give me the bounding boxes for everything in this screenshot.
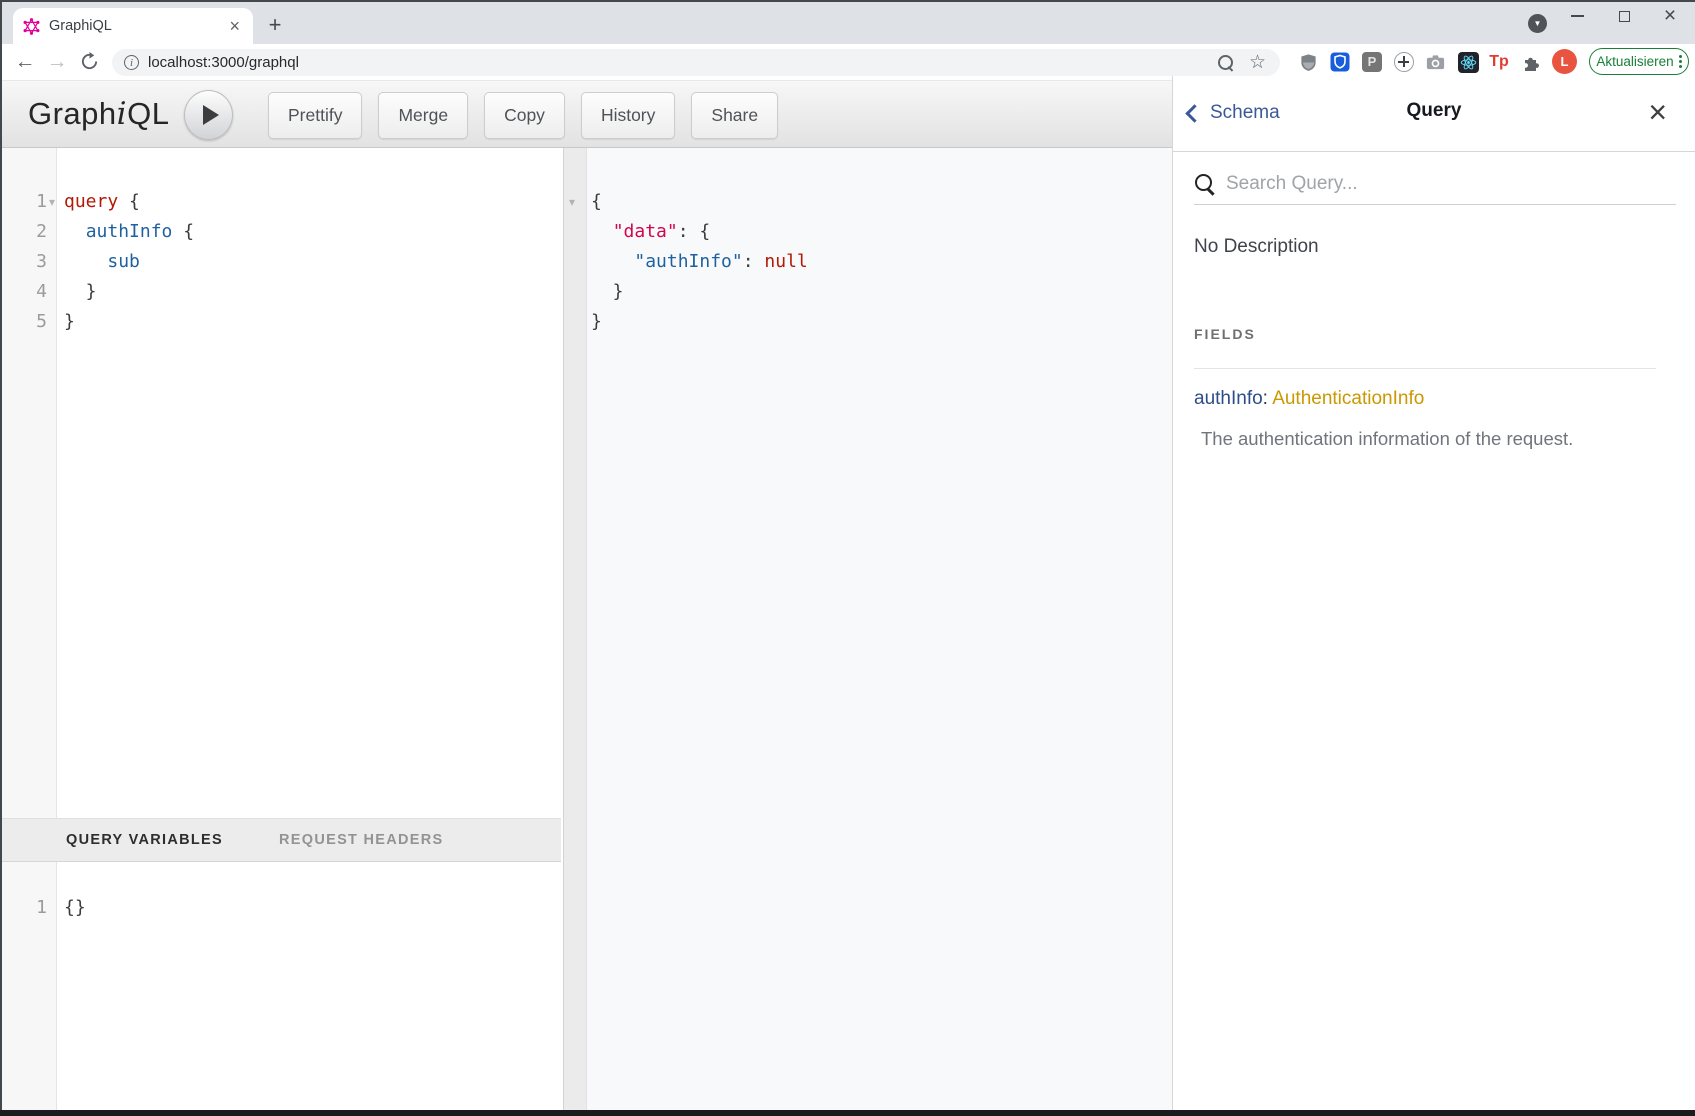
browser-window: GraphiQL × + ▼ × ← → i localhost:3000/gr… <box>0 0 1695 1116</box>
doc-close-icon[interactable]: × <box>1648 90 1667 134</box>
doc-fields-divider <box>1194 368 1656 369</box>
extension-p-icon[interactable]: P <box>1358 48 1386 76</box>
prettify-button[interactable]: Prettify <box>268 92 362 139</box>
window-minimize-button[interactable] <box>1555 0 1599 32</box>
history-button[interactable]: History <box>581 92 675 139</box>
tab-strip: GraphiQL × + ▼ × <box>0 0 1695 44</box>
code-line: } <box>64 307 75 337</box>
extensions-puzzle-icon[interactable] <box>1517 48 1545 76</box>
result-line: "data": { <box>591 217 710 247</box>
query-editor-gutter: 1 2 3 4 5 <box>2 148 57 818</box>
window-bottom-border <box>0 1110 1695 1116</box>
browser-toolbar: ← → i localhost:3000/graphql ☆ <box>2 44 1695 80</box>
extension-bitwarden-icon[interactable] <box>1326 48 1354 76</box>
result-pane: ▾ { "data": { "authInfo": null } } <box>563 148 1174 1110</box>
doc-field-description: The authentication information of the re… <box>1201 428 1573 450</box>
tab-request-headers[interactable]: REQUEST HEADERS <box>279 819 444 861</box>
tab-title: GraphiQL <box>49 18 226 34</box>
copy-button[interactable]: Copy <box>484 92 565 139</box>
window-top-border <box>0 0 1695 2</box>
doc-explorer-header: Schema Query × <box>1173 76 1695 152</box>
tab-search-icon[interactable]: ▼ <box>1528 14 1547 33</box>
secondary-editor-tabbar: QUERY VARIABLES REQUEST HEADERS <box>2 818 561 862</box>
fold-arrow-icon[interactable]: ▾ <box>49 195 55 209</box>
doc-fields-label: FIELDS <box>1194 326 1256 342</box>
result-line: { <box>591 187 602 217</box>
window-maximize-button[interactable] <box>1602 0 1646 32</box>
extension-react-devtools-icon[interactable] <box>1454 48 1482 76</box>
line-number: 5 <box>2 307 47 337</box>
search-icon <box>1194 173 1216 195</box>
graphiql-logo: GraphiQL <box>28 96 169 132</box>
url-text: localhost:3000/graphql <box>148 54 1217 71</box>
doc-field-colon: : <box>1263 388 1273 409</box>
browser-tab-graphiql[interactable]: GraphiQL × <box>13 8 253 44</box>
doc-field-row: authInfo: AuthenticationInfo <box>1194 388 1424 410</box>
new-tab-button[interactable]: + <box>262 12 288 38</box>
doc-field-name-link[interactable]: authInfo <box>1194 388 1263 409</box>
result-line: } <box>591 307 602 337</box>
window-close-button[interactable]: × <box>1648 0 1692 32</box>
tab-close-icon[interactable]: × <box>226 17 243 35</box>
kebab-menu-icon <box>1679 53 1682 70</box>
doc-search-input[interactable] <box>1224 172 1676 196</box>
variables-editor[interactable]: 1 {} <box>2 862 561 1110</box>
window-left-border <box>0 0 2 1116</box>
doc-explorer-panel: Schema Query × No Description FIELDS aut… <box>1172 76 1695 1110</box>
editor-column: 1 2 3 4 5 ▾ query { authInfo { sub } } Q… <box>2 148 561 1110</box>
merge-button[interactable]: Merge <box>378 92 468 139</box>
refresh-button[interactable] <box>74 47 104 77</box>
share-button[interactable]: Share <box>691 92 778 139</box>
line-number: 2 <box>2 217 47 247</box>
tab-query-variables[interactable]: QUERY VARIABLES <box>66 819 223 861</box>
chrome-update-menu-button[interactable]: Aktualisieren <box>1589 48 1689 75</box>
doc-field-type-link[interactable]: AuthenticationInfo <box>1272 388 1424 409</box>
fold-arrow-icon[interactable]: ▾ <box>569 195 575 209</box>
result-fold-gutter: ▾ <box>564 148 587 1110</box>
code-line: query { <box>64 187 140 217</box>
site-info-icon[interactable]: i <box>124 55 139 70</box>
forward-button[interactable]: → <box>42 47 72 77</box>
zoom-indicator-icon[interactable] <box>1217 54 1235 72</box>
extension-tampermonkey-icon[interactable]: Tp <box>1485 48 1513 76</box>
line-number: 3 <box>2 247 47 277</box>
doc-no-description: No Description <box>1194 236 1319 258</box>
doc-explorer-title: Query <box>1173 100 1695 122</box>
execute-query-button[interactable] <box>184 90 233 140</box>
result-line: "authInfo": null <box>591 247 808 277</box>
profile-avatar[interactable]: L <box>1552 49 1577 74</box>
extension-camera-icon[interactable] <box>1421 48 1449 76</box>
bookmark-star-icon[interactable]: ☆ <box>1249 53 1266 72</box>
update-label: Aktualisieren <box>1596 54 1673 69</box>
extension-crosshair-icon[interactable] <box>1390 48 1418 76</box>
address-bar[interactable]: i localhost:3000/graphql ☆ <box>112 49 1280 76</box>
extension-ublock-icon[interactable] <box>1294 48 1322 76</box>
code-line: {} <box>64 893 86 923</box>
code-line: sub <box>64 247 140 277</box>
code-line: authInfo { <box>64 217 194 247</box>
code-line: } <box>64 277 97 307</box>
variables-editor-gutter: 1 <box>2 862 57 1110</box>
result-line: } <box>591 277 624 307</box>
line-number: 4 <box>2 277 47 307</box>
play-icon <box>203 105 219 125</box>
line-number: 1 <box>2 187 47 217</box>
graphql-favicon-icon <box>23 18 40 35</box>
line-number: 1 <box>2 893 47 923</box>
back-button[interactable]: ← <box>10 47 40 77</box>
toolbar-buttons: Prettify Merge Copy History Share <box>268 92 778 139</box>
doc-search-box[interactable] <box>1194 164 1676 205</box>
